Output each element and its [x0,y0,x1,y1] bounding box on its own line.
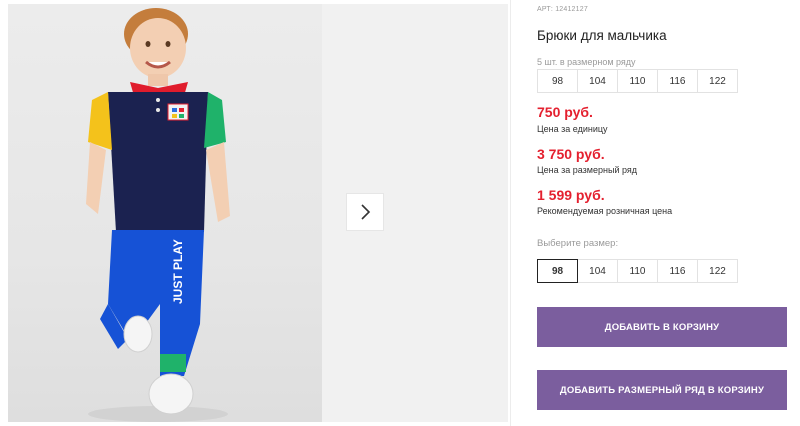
pack-note: 5 шт. в размерном ряду [537,57,636,67]
product-title: Брюки для мальчика [537,28,667,43]
size-option-116[interactable]: 116 [657,259,698,283]
add-pack-to-cart-button[interactable]: ДОБАВИТЬ РАЗМЕРНЫЙ РЯД В КОРЗИНУ [537,370,787,410]
size-picker-label: Выберите размер: [537,238,619,249]
retail-price: 1 599 руб. [537,187,605,203]
product-gallery: JUST PLAY [0,0,508,426]
size-option-98[interactable]: 98 [537,259,578,283]
product-page: JUST PLAY АРТ: 12412127 Брюки для мальчи… [0,0,800,426]
next-photo-button[interactable] [346,193,384,231]
pack-size: 98 [537,69,578,93]
size-option-110[interactable]: 110 [617,259,658,283]
size-picker: 98 104 110 116 122 [537,259,738,283]
chevron-right-icon [361,204,371,220]
pack-size: 122 [697,69,738,93]
pack-size: 104 [577,69,618,93]
pants-print-text: JUST PLAY [171,239,185,304]
product-sku: АРТ: 12412127 [537,6,588,13]
product-photo: JUST PLAY [8,4,322,422]
retail-price-label: Рекомендуемая розничная цена [537,206,673,216]
product-info-panel: АРТ: 12412127 Брюки для мальчика 5 шт. в… [537,0,792,426]
pack-price: 3 750 руб. [537,146,605,162]
add-to-cart-button[interactable]: ДОБАВИТЬ В КОРЗИНУ [537,307,787,347]
unit-price-label: Цена за единицу [537,124,608,134]
pack-size: 110 [617,69,658,93]
pack-price-label: Цена за размерный ряд [537,165,638,175]
size-option-122[interactable]: 122 [697,259,738,283]
pack-size: 116 [657,69,698,93]
size-option-104[interactable]: 104 [577,259,618,283]
boy-in-polo-and-joggers-illustration: JUST PLAY [86,8,230,422]
pack-size-list: 98 104 110 116 122 [537,69,738,93]
panel-divider [510,0,511,426]
unit-price: 750 руб. [537,104,593,120]
